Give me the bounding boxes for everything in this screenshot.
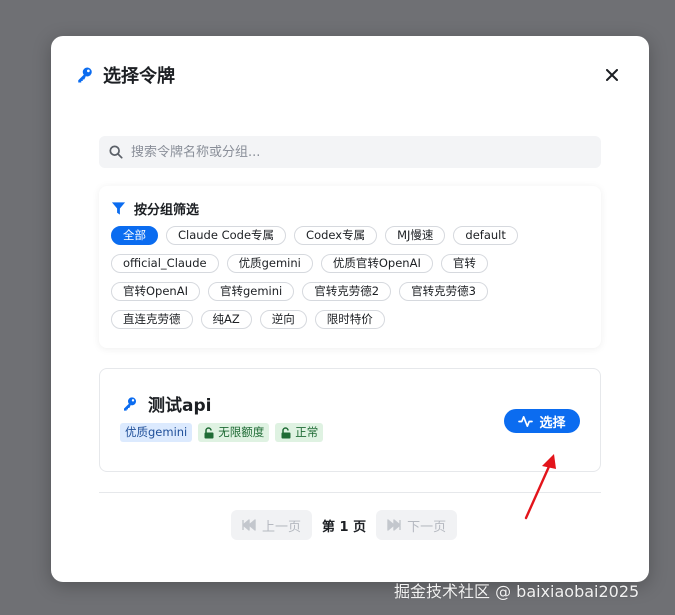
group-tag[interactable]: 优质gemini	[226, 254, 313, 273]
close-button[interactable]	[599, 62, 625, 88]
group-tag[interactable]: 官转gemini	[207, 282, 295, 301]
group-tag[interactable]: 全部	[111, 226, 158, 245]
status-badge: 正常	[275, 423, 324, 442]
token-name-row: 测试api	[120, 391, 211, 416]
next-page-button[interactable]: 下一页	[376, 510, 458, 540]
token-badges: 优质gemini 无限额度 正常	[120, 423, 324, 442]
group-tag[interactable]: 官转克劳德2	[302, 282, 392, 301]
prev-page-label: 上一页	[262, 519, 302, 535]
group-tag[interactable]: 优质官转OpenAI	[320, 254, 433, 273]
modal-title: 选择令牌	[103, 66, 175, 87]
search-input[interactable]	[131, 144, 601, 160]
group-tag[interactable]: 限时特价	[314, 310, 385, 329]
group-tag[interactable]: 逆向	[259, 310, 307, 329]
group-tag[interactable]: Claude Code专属	[166, 226, 287, 245]
quota-badge-label: 无限额度	[218, 425, 265, 439]
group-tag[interactable]: 官转克劳德3	[399, 282, 488, 301]
red-arrow-annotation	[524, 454, 556, 520]
close-icon	[606, 69, 618, 81]
group-tag[interactable]: 官转	[440, 254, 488, 273]
key-icon	[75, 65, 95, 85]
key-icon	[120, 394, 140, 414]
status-badge-label: 正常	[295, 425, 319, 439]
group-badge: 优质gemini	[120, 423, 193, 442]
activity-icon	[518, 415, 534, 427]
group-tag[interactable]: official_Claude	[111, 254, 219, 273]
unlock-icon	[204, 426, 214, 438]
group-tag[interactable]: default	[453, 226, 518, 245]
last-page-icon	[387, 519, 401, 531]
group-tag[interactable]: MJ慢速	[385, 226, 446, 245]
search-box	[99, 136, 601, 168]
group-tag[interactable]: 官转OpenAI	[111, 282, 200, 301]
first-page-icon	[242, 519, 256, 531]
pagination: 上一页 第 1 页 下一页	[231, 510, 458, 540]
search-icon	[109, 145, 123, 159]
modal-header: 选择令牌	[75, 62, 625, 88]
select-token-button[interactable]: 选择	[504, 409, 580, 433]
group-tag[interactable]: 直连克劳德	[111, 310, 193, 329]
token-name: 测试api	[148, 396, 212, 416]
group-filter-card: 按分组筛选 全部 Claude Code专属 Codex专属 MJ慢速 default o…	[99, 186, 601, 348]
unlock-icon	[281, 426, 291, 438]
group-tag[interactable]: 纯AZ	[200, 310, 252, 329]
filter-title: 按分组筛选	[134, 202, 200, 218]
group-tag[interactable]: Codex专属	[294, 226, 378, 245]
current-page: 第 1 页	[322, 519, 367, 535]
prev-page-button[interactable]: 上一页	[231, 510, 313, 540]
next-page-label: 下一页	[407, 519, 447, 535]
filter-icon	[111, 201, 126, 215]
watermark: 掘金技术社区 @ baixiaobai2025	[394, 582, 640, 601]
quota-badge: 无限额度	[198, 423, 270, 442]
group-tags: 全部 Claude Code专属 Codex专属 MJ慢速 default officia…	[111, 226, 541, 329]
select-button-label: 选择	[539, 415, 566, 431]
filter-header: 按分组筛选	[111, 198, 589, 218]
